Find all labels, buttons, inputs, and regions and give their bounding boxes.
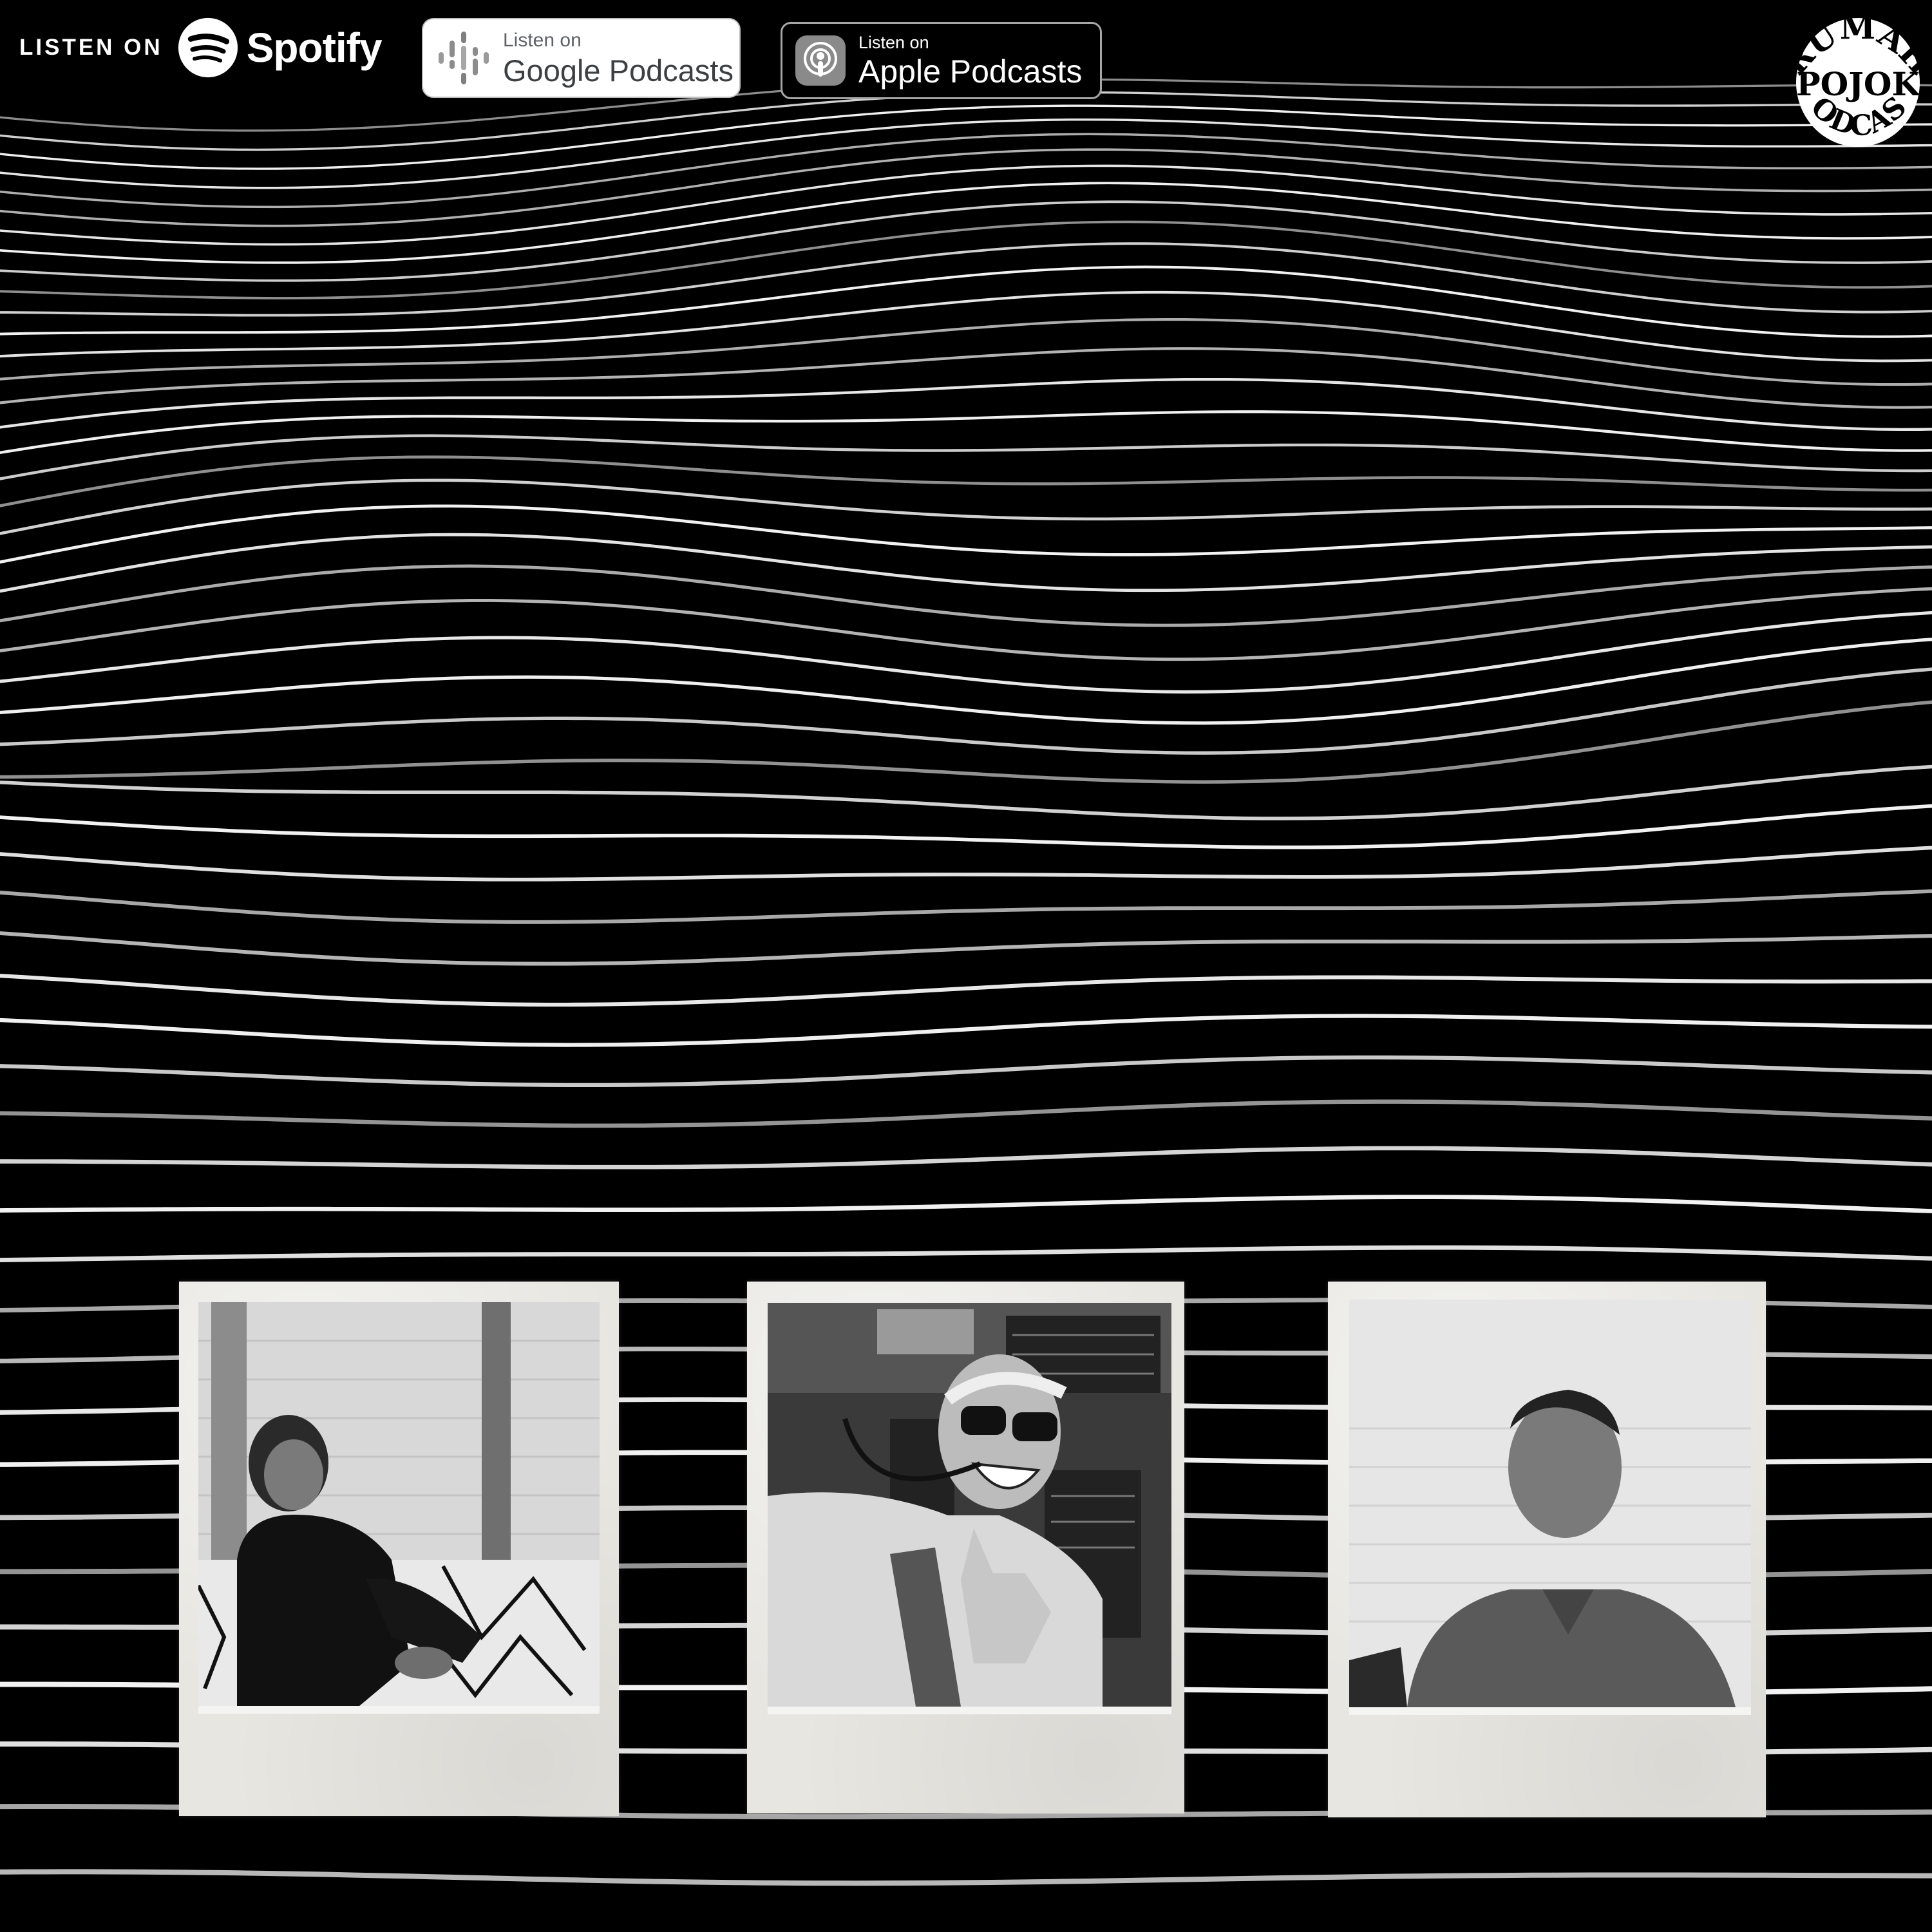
wave-line bbox=[0, 974, 1932, 1007]
wave-line bbox=[0, 1055, 1932, 1088]
wave-line bbox=[0, 846, 1932, 882]
google-podcasts-label: Google Podcasts bbox=[503, 53, 734, 88]
wave-line bbox=[0, 1195, 1932, 1213]
spotify-listen-on-label: LISTEN ON bbox=[19, 35, 163, 60]
apple-podcasts-icon bbox=[795, 35, 846, 86]
wave-line bbox=[0, 1245, 1932, 1262]
spotify-listen-badge[interactable]: LISTEN ON Spotify bbox=[19, 14, 383, 81]
guest-photo-1 bbox=[198, 1302, 600, 1706]
wave-line bbox=[0, 889, 1932, 924]
wave-line bbox=[0, 164, 1932, 246]
spotify-brand-label: Spotify bbox=[246, 24, 383, 71]
google-podcasts-listen-on: Listen on bbox=[503, 29, 582, 51]
photo-strip-2 bbox=[768, 1707, 1171, 1714]
wave-line bbox=[0, 220, 1932, 299]
svg-text:POJOK: POJOK bbox=[1796, 65, 1920, 103]
polaroid-photo-3 bbox=[1328, 1282, 1766, 1817]
wave-line bbox=[0, 318, 1932, 386]
apple-podcasts-label: Apple Podcasts bbox=[858, 53, 1083, 90]
wave-line bbox=[0, 611, 1932, 694]
wave-line bbox=[0, 377, 1932, 431]
wave-line bbox=[0, 804, 1932, 849]
wave-line bbox=[0, 638, 1932, 725]
photo-strip-1 bbox=[198, 1706, 600, 1714]
wave-line bbox=[0, 564, 1932, 627]
wave-line bbox=[0, 410, 1932, 454]
podcast-seal-logo: RUMAH POJOK PODCAST bbox=[1790, 13, 1926, 147]
wave-line bbox=[0, 347, 1932, 409]
wave-line bbox=[0, 290, 1932, 363]
guest-photo-3 bbox=[1349, 1300, 1751, 1707]
apple-podcasts-listen-on: Listen on bbox=[858, 32, 929, 52]
podcast-cover: LISTEN ON Spotify Listen on Google Podca… bbox=[0, 0, 1932, 1932]
google-podcasts-listen-badge[interactable]: Listen on Google Podcasts bbox=[422, 18, 741, 98]
spotify-logo-icon bbox=[178, 17, 238, 78]
polaroid-photo-2 bbox=[747, 1282, 1184, 1814]
wave-line bbox=[0, 200, 1932, 282]
wave-line bbox=[0, 478, 1932, 535]
wave-line bbox=[0, 1099, 1932, 1128]
wave-line bbox=[0, 455, 1932, 507]
guest-photo-2 bbox=[768, 1303, 1171, 1707]
wave-line bbox=[0, 1146, 1932, 1170]
wave-line bbox=[0, 434, 1932, 480]
google-podcasts-badge-text: Listen on Google Podcasts bbox=[503, 29, 734, 88]
photo-strip-3 bbox=[1349, 1707, 1751, 1715]
wave-line bbox=[0, 1014, 1932, 1047]
apple-podcasts-listen-badge[interactable]: Listen on Apple Podcasts bbox=[781, 22, 1102, 99]
wave-line bbox=[0, 931, 1932, 966]
wave-line bbox=[0, 1869, 1932, 1886]
polaroid-photo-1 bbox=[179, 1282, 619, 1816]
apple-podcasts-badge-text: Listen on Apple Podcasts bbox=[858, 32, 1083, 90]
wave-line bbox=[0, 91, 1932, 151]
google-podcasts-icon bbox=[439, 32, 489, 84]
